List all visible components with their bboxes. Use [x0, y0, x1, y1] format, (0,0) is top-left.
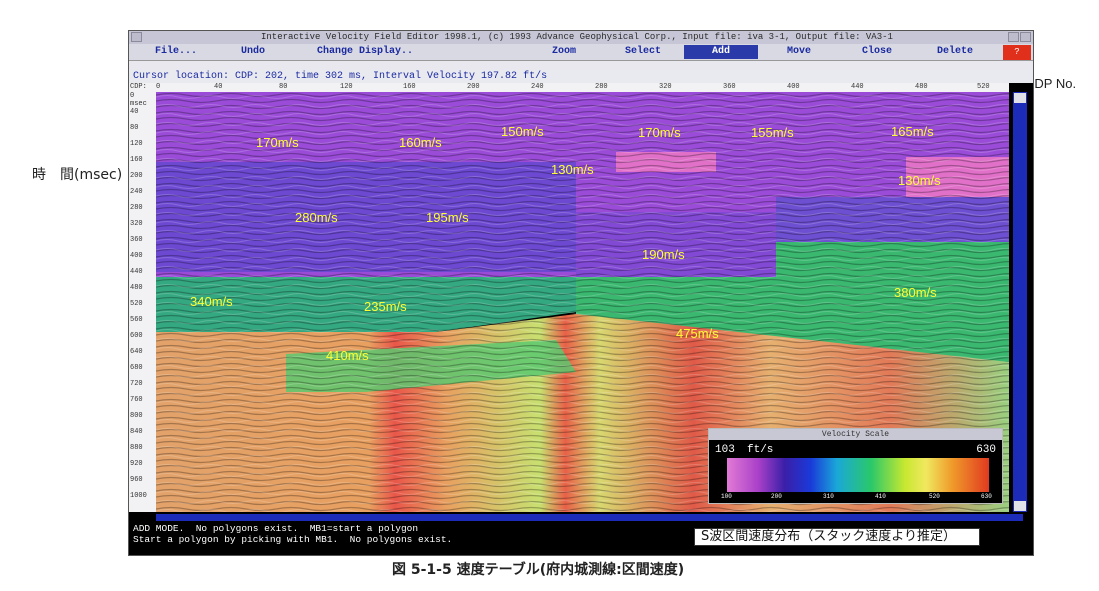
velocity-label: 130m/s: [551, 162, 594, 177]
time-ruler-label: msec: [130, 100, 147, 108]
velocity-label: 410m/s: [326, 348, 369, 363]
time-tick: 360: [130, 236, 143, 244]
velocity-label: 160m/s: [399, 135, 442, 150]
cdp-ruler: CDP: 0 40 80 120 160 200 240 280 320 360…: [129, 83, 1009, 92]
cdp-ruler-label: CDP:: [130, 83, 147, 91]
cdp-tick: 440: [851, 83, 864, 91]
menu-select[interactable]: Select: [625, 46, 661, 57]
cdp-tick: 120: [340, 83, 353, 91]
time-tick: 440: [130, 268, 143, 276]
time-tick: 960: [130, 476, 143, 484]
velocity-label: 155m/s: [751, 125, 794, 140]
velocity-label: 150m/s: [501, 124, 544, 139]
time-ruler: 0 msec 40 80 120 160 200 240 280 320 360…: [129, 92, 156, 512]
velocity-scale-tick: 630: [981, 493, 992, 500]
figure-caption: 図 5-1-5 速度テーブル(府内城測線:区間速度): [392, 562, 685, 578]
vertical-scrollbar[interactable]: [1013, 92, 1027, 512]
time-tick: 760: [130, 396, 143, 404]
time-tick: 400: [130, 252, 143, 260]
velocity-label: 165m/s: [891, 124, 934, 139]
time-tick: 200: [130, 172, 143, 180]
time-tick: 600: [130, 332, 143, 340]
time-tick: 720: [130, 380, 143, 388]
velocity-label: 280m/s: [295, 210, 338, 225]
velocity-label: 170m/s: [256, 135, 299, 150]
velocity-scale-tick: 410: [875, 493, 886, 500]
cdp-tick: 200: [467, 83, 480, 91]
time-tick: 840: [130, 428, 143, 436]
velocity-label: 195m/s: [426, 210, 469, 225]
cdp-tick: 520: [977, 83, 990, 91]
velocity-scale-unit: ft/s: [747, 444, 774, 456]
scroll-up-button[interactable]: [1014, 93, 1026, 103]
velocity-label: 190m/s: [642, 247, 685, 262]
window-menu-button[interactable]: [131, 32, 142, 42]
cdp-tick: 320: [659, 83, 672, 91]
mode-message: ADD MODE. No polygons exist. MB1=start a…: [133, 523, 453, 545]
minimize-button[interactable]: [1008, 32, 1019, 42]
window-title: Interactive Velocity Field Editor 1998.1…: [261, 32, 893, 42]
velocity-color-bar: [727, 458, 989, 492]
time-tick: 240: [130, 188, 143, 196]
time-tick: 1000: [130, 492, 147, 500]
help-button[interactable]: ?: [1003, 45, 1031, 60]
menu-add[interactable]: Add: [684, 45, 758, 59]
time-tick: 280: [130, 204, 143, 212]
cdp-tick: 400: [787, 83, 800, 91]
time-tick: 640: [130, 348, 143, 356]
time-tick: 880: [130, 444, 143, 452]
cdp-tick: 160: [403, 83, 416, 91]
cdp-tick: 80: [279, 83, 288, 91]
time-tick: 680: [130, 364, 143, 372]
menu-delete[interactable]: Delete: [937, 46, 973, 57]
time-tick: 800: [130, 412, 143, 420]
menu-move[interactable]: Move: [787, 46, 811, 57]
time-tick: 920: [130, 460, 143, 468]
menu-file[interactable]: File...: [155, 46, 197, 57]
velocity-label: 340m/s: [190, 294, 233, 309]
velocity-scale-tick: 520: [929, 493, 940, 500]
velocity-label: 170m/s: [638, 125, 681, 140]
time-tick: 560: [130, 316, 143, 324]
velocity-label: 235m/s: [364, 299, 407, 314]
menu-change-display[interactable]: Change Display..: [317, 46, 413, 57]
s-wave-velocity-note: S波区間速度分布（スタック速度より推定）: [694, 528, 980, 546]
velocity-scale-title: Velocity Scale: [709, 429, 1002, 440]
cdp-tick: 480: [915, 83, 928, 91]
maximize-button[interactable]: [1020, 32, 1031, 42]
title-bar: Interactive Velocity Field Editor 1998.1…: [129, 31, 1033, 44]
cdp-tick: 280: [595, 83, 608, 91]
cdp-tick: 0: [156, 83, 161, 91]
horizontal-scrollbar[interactable]: [156, 514, 1023, 521]
time-tick: 160: [130, 156, 143, 164]
velocity-scale-tick: 100: [721, 493, 732, 500]
velocity-scale-min: 103: [715, 444, 735, 456]
velocity-label: 380m/s: [894, 285, 937, 300]
menu-undo[interactable]: Undo: [241, 46, 265, 57]
menu-close[interactable]: Close: [862, 46, 892, 57]
velocity-scale-panel: Velocity Scale 103 ft/s 630 100 200 310 …: [708, 428, 1003, 504]
time-tick: 0: [130, 92, 135, 100]
time-tick: 320: [130, 220, 143, 228]
time-tick: 520: [130, 300, 143, 308]
menu-zoom[interactable]: Zoom: [552, 46, 576, 57]
status-strip: [129, 61, 1033, 70]
cursor-location-readout: Cursor location: CDP: 202, time 302 ms, …: [129, 70, 1033, 83]
time-tick: 40: [130, 108, 139, 116]
scroll-down-button[interactable]: [1014, 501, 1026, 511]
velocity-scale-max: 630: [976, 444, 996, 456]
time-axis-label: 時 間(msec): [32, 167, 123, 183]
time-tick: 80: [130, 124, 139, 132]
velocity-scale-tick: 310: [823, 493, 834, 500]
cdp-tick: 240: [531, 83, 544, 91]
velocity-label: 475m/s: [676, 326, 719, 341]
velocity-scale-tick: 200: [771, 493, 782, 500]
cdp-tick: 360: [723, 83, 736, 91]
velocity-label: 130m/s: [898, 173, 941, 188]
menu-bar: File... Undo Change Display.. Zoom Selec…: [129, 44, 1033, 61]
cdp-tick: 40: [214, 83, 223, 91]
time-tick: 120: [130, 140, 143, 148]
time-tick: 480: [130, 284, 143, 292]
